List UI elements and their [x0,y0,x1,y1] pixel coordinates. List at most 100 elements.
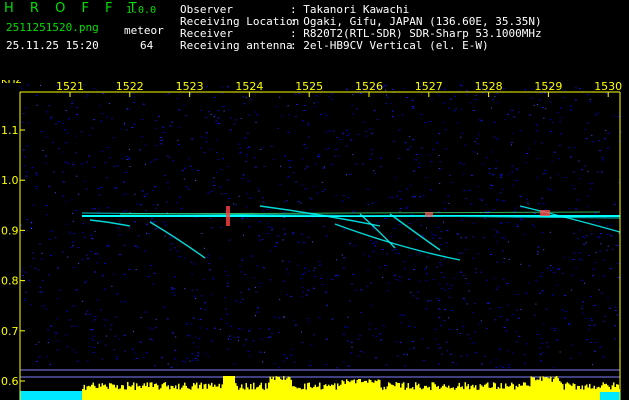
noise-speck [419,196,422,198]
noise-speck [303,242,305,244]
level-bar [355,383,357,400]
noise-speck [357,355,360,357]
noise-speck-bright [283,317,285,319]
noise-speck [26,219,28,220]
level-bar [556,376,558,400]
noise-speck [132,96,134,98]
noise-speck [271,229,273,231]
noise-speck [181,360,184,362]
noise-speck [481,163,484,165]
noise-speck [578,252,581,254]
noise-speck [501,200,504,202]
noise-speck [469,102,472,104]
noise-speck [47,338,50,340]
noise-speck [100,120,103,122]
noise-speck [598,140,601,142]
level-bar [239,387,241,400]
noise-speck [614,306,617,308]
noise-speck [550,189,553,191]
noise-speck [592,275,595,277]
noise-speck [103,325,106,327]
level-bar [367,382,369,400]
noise-speck [415,154,418,155]
noise-speck [205,328,208,330]
level-bar [391,384,393,400]
noise-speck [520,218,523,220]
noise-speck [233,363,236,365]
noise-speck [267,226,270,228]
noise-speck-bright [468,290,470,292]
noise-speck [178,196,181,198]
noise-speck [184,115,187,117]
noise-speck [133,358,136,360]
level-bar [170,385,172,400]
noise-speck [321,190,324,192]
noise-speck-bright [373,170,375,172]
noise-speck [48,105,51,107]
noise-speck [606,225,609,227]
noise-speck [159,136,162,138]
level-bar [263,389,265,400]
noise-speck [203,279,206,281]
noise-speck [502,261,505,263]
noise-speck [552,294,555,296]
level-bar [530,376,532,400]
noise-speck [434,338,437,340]
noise-speck [540,338,543,339]
noise-speck-bright [520,263,522,265]
level-bar [82,388,84,400]
noise-speck [284,155,286,157]
noise-speck [461,252,464,254]
noise-speck [306,166,309,168]
noise-speck [407,232,410,234]
noise-speck [454,95,456,97]
level-bar [466,386,468,400]
noise-speck [85,161,88,163]
noise-speck [416,298,419,299]
noise-speck [113,349,116,351]
noise-speck [97,211,100,213]
noise-speck-bright [352,154,354,156]
level-bar [284,379,286,400]
app-name: H R O F F T [4,1,143,16]
noise-speck [239,152,242,154]
noise-speck [177,127,180,129]
noise-speck [513,210,516,212]
noise-speck [415,238,418,240]
noise-speck [188,158,191,159]
noise-speck [369,323,372,325]
noise-speck [592,268,595,270]
noise-speck [66,346,69,348]
level-bar [406,387,408,400]
noise-speck [269,279,272,281]
level-bar [305,389,307,400]
noise-speck [246,217,249,219]
noise-speck [440,231,443,233]
noise-speck [21,274,24,276]
level-bar [568,383,570,400]
noise-speck [92,335,95,337]
noise-speck [373,110,376,112]
noise-speck [478,119,481,121]
noise-speck-bright [591,134,593,136]
level-bar [98,383,100,400]
noise-speck [493,235,496,237]
noise-speck-bright [210,114,212,115]
noise-speck [88,134,91,136]
noise-speck [204,302,207,304]
noise-speck [120,301,123,303]
level-bar [319,382,321,400]
noise-speck [273,316,276,318]
noise-speck [430,161,433,162]
noise-speck [574,99,577,101]
noise-speck [539,292,542,294]
level-bar [574,384,576,400]
noise-speck [562,97,565,99]
level-bar [137,386,139,400]
noise-speck [71,102,74,104]
noise-speck-bright [54,192,56,194]
noise-speck [336,274,339,276]
noise-speck [64,142,67,144]
x-tick-label: 1527 [415,80,443,93]
noise-speck [56,318,59,319]
